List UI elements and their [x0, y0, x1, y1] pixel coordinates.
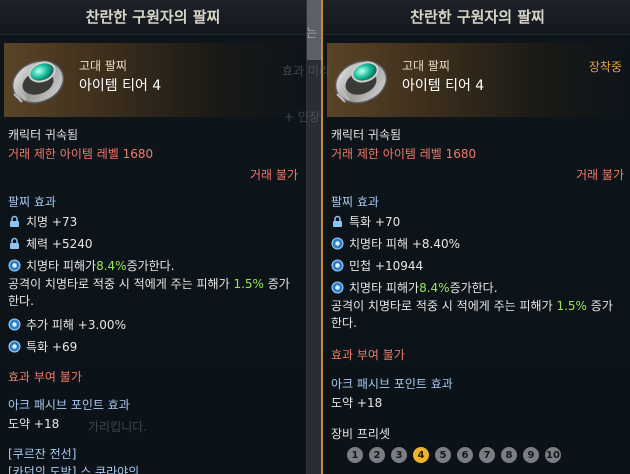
- gem-icon: [8, 318, 21, 331]
- stat-text: 민첩 +10944: [349, 259, 424, 273]
- lock-icon: [333, 215, 342, 227]
- level-requirement: 거래 제한 아이템 레벨 1680: [8, 147, 154, 161]
- stat-row: 특화 +69: [8, 338, 77, 355]
- effect-text: 치명타 피해가: [26, 259, 97, 273]
- effect-paragraph: 공격이 치명타로 적중 시 적에게 주는 피해가 1.5% 증가한다.: [8, 276, 300, 310]
- preset-button-3[interactable]: 3: [391, 447, 407, 463]
- set-name: [쿠르잔 전선]: [8, 447, 77, 461]
- item-title: 찬란한 구원자의 팔찌: [323, 0, 630, 35]
- item-tier: 아이템 티어 4: [402, 78, 485, 94]
- item-grade: 고대 팔찌: [402, 59, 450, 73]
- preset-button-8[interactable]: 8: [501, 447, 517, 463]
- item-tooltip-left: 찬란한 구원자의 팔찌 고대 팔찌 아이템 티어 4 캐릭터 귀속됨 거래 제한…: [0, 0, 307, 474]
- item-tier: 아이템 티어 4: [79, 78, 162, 94]
- effect-value: 8.4%: [96, 258, 127, 273]
- stat-text: 체력 +5240: [26, 237, 93, 251]
- trade-status: 거래 불가: [250, 168, 298, 182]
- no-effect-text: 효과 부여 불가: [8, 370, 82, 384]
- item-header: 고대 팔찌 아이템 티어 4 장착중: [327, 43, 628, 117]
- gem-icon: [331, 237, 344, 250]
- stat-text: 추가 피해 +3.00%: [26, 318, 126, 332]
- stat-text: 치명 +73: [26, 215, 78, 229]
- bracelet-icon: [334, 60, 388, 104]
- stat-text: 치명타 피해 +8.40%: [349, 237, 461, 251]
- crit-effect-row: 치명타 피해가 8.4% 증가한다.: [8, 257, 175, 274]
- ark-passive-value: 도약 +18: [8, 417, 60, 431]
- stat-row: 체력 +5240: [8, 235, 93, 252]
- preset-selector: 1 2 3 4 5 6 7 8 9 10: [347, 447, 561, 463]
- no-effect-text: 효과 부여 불가: [331, 348, 405, 362]
- effect-text: 치명타 피해가: [349, 281, 420, 295]
- bound-text: 캐릭터 귀속됨: [331, 128, 402, 142]
- effect-value: 1.5%: [556, 299, 587, 313]
- item-title: 찬란한 구원자의 팔찌: [0, 0, 306, 35]
- set-effect: [카던의 도박] 스 쿠라야의: [8, 465, 140, 474]
- background-ghost-text: + 인장: [284, 110, 320, 124]
- preset-button-5[interactable]: 5: [435, 447, 451, 463]
- stat-text: 특화 +70: [349, 215, 401, 229]
- lock-icon: [10, 237, 19, 249]
- background-tab-label: 는: [306, 26, 318, 40]
- ark-passive-header: 아크 패시브 포인트 효과: [8, 398, 130, 412]
- effect-text: 증가한다.: [126, 259, 175, 273]
- effect-value: 8.4%: [419, 280, 450, 295]
- item-header: 고대 팔찌 아이템 티어 4: [4, 43, 302, 117]
- effect-value: 1.5%: [233, 277, 264, 291]
- preset-button-7[interactable]: 7: [479, 447, 495, 463]
- preset-button-6[interactable]: 6: [457, 447, 473, 463]
- gem-icon: [8, 340, 21, 353]
- effect-header: 팔찌 효과: [8, 195, 56, 209]
- bracelet-icon: [11, 60, 65, 104]
- stat-text: 특화 +69: [26, 340, 78, 354]
- stat-row: 추가 피해 +3.00%: [8, 316, 126, 333]
- stat-row: 민첩 +10944: [331, 257, 423, 274]
- lock-icon: [10, 215, 19, 227]
- background-ghost-text: 효과 미리: [282, 64, 330, 78]
- background-ghost-text: 가리킵니다.: [88, 420, 148, 434]
- preset-button-10[interactable]: 10: [545, 447, 561, 463]
- effect-text: 증가한다.: [449, 281, 498, 295]
- effect-text: 공격이 치명타로 적중 시 적에게 주는 피해가: [331, 299, 557, 313]
- stat-row: 치명타 피해 +8.40%: [331, 235, 460, 252]
- level-requirement: 거래 제한 아이템 레벨 1680: [331, 147, 477, 161]
- preset-button-4[interactable]: 4: [413, 447, 429, 463]
- ark-passive-header: 아크 패시브 포인트 효과: [331, 377, 453, 391]
- equipped-badge: 장착중: [588, 60, 622, 74]
- bound-text: 캐릭터 귀속됨: [8, 128, 79, 142]
- gem-icon: [331, 259, 344, 272]
- item-grade: 고대 팔찌: [79, 59, 127, 73]
- effect-paragraph: 공격이 치명타로 적중 시 적에게 주는 피해가 1.5% 증가한다.: [331, 298, 623, 332]
- stat-row: 치명 +73: [8, 213, 77, 230]
- ark-passive-value: 도약 +18: [331, 396, 383, 410]
- preset-button-1[interactable]: 1: [347, 447, 363, 463]
- item-tooltip-right: 찬란한 구원자의 팔찌 고대 팔찌 아이템 티어 4 장착중 캐릭터 귀속됨 거…: [321, 0, 630, 474]
- effect-header: 팔찌 효과: [331, 195, 379, 209]
- stat-row: 특화 +70: [331, 213, 400, 230]
- gem-icon: [331, 281, 344, 294]
- preset-button-2[interactable]: 2: [369, 447, 385, 463]
- gem-icon: [8, 259, 21, 272]
- trade-status: 거래 불가: [576, 168, 624, 182]
- preset-button-9[interactable]: 9: [523, 447, 539, 463]
- effect-text: 공격이 치명타로 적중 시 적에게 주는 피해가: [8, 277, 234, 291]
- crit-effect-row: 치명타 피해가 8.4% 증가한다.: [331, 279, 498, 296]
- preset-header: 장비 프리셋: [331, 427, 391, 441]
